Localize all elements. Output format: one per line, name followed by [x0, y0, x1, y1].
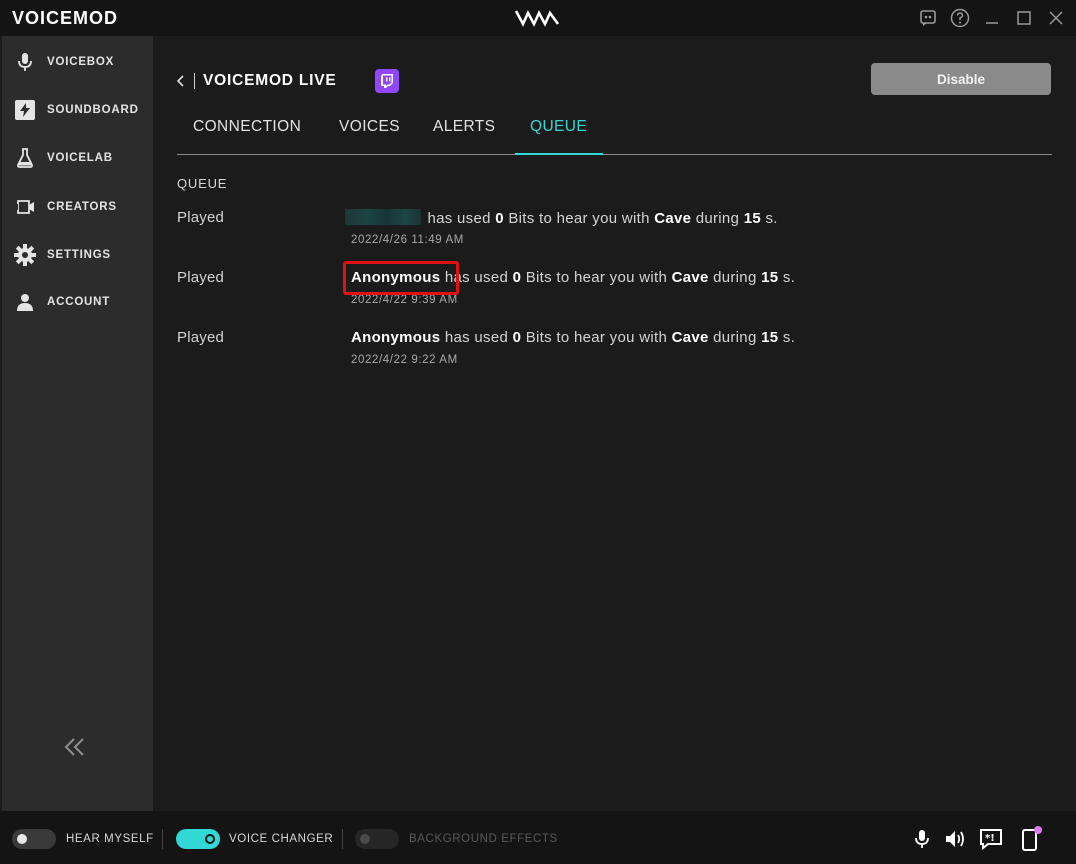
flask-icon — [14, 147, 36, 169]
queue-item-message: has used 0 Bits to hear you with Cave du… — [345, 209, 778, 227]
queue-item-timestamp: 2022/4/26 11:49 AM — [351, 234, 464, 246]
tab-alerts[interactable]: ALERTS — [433, 118, 495, 136]
toggle-knob-center — [207, 836, 213, 842]
sidebar-item-voicebox[interactable]: VOICEBOX — [2, 42, 153, 82]
queue-item-status: Played — [177, 329, 225, 346]
gear-icon — [14, 244, 36, 266]
voice-changer-label: VOICE CHANGER — [229, 833, 334, 845]
sidebar: VOICEBOX SOUNDBOARD VOICELAB CREATORS SE… — [2, 36, 153, 811]
chat-bot-icon[interactable]: *! — [979, 827, 1003, 851]
sidebar-item-label: VOICEBOX — [47, 56, 115, 68]
main-panel: VOICEMOD LIVE Disable CONNECTION VOICES … — [153, 36, 1076, 811]
page-title: VOICEMOD LIVE — [203, 72, 337, 89]
double-chevron-left-icon[interactable] — [62, 736, 88, 758]
sidebar-item-soundboard[interactable]: SOUNDBOARD — [2, 90, 153, 130]
toggle-knob — [17, 834, 27, 844]
title-bar: VOICEMOD — [0, 0, 1076, 36]
back-chevron-icon[interactable] — [175, 73, 187, 89]
sidebar-item-label: SETTINGS — [47, 249, 111, 261]
minimize-icon[interactable] — [982, 8, 1002, 28]
sidebar-item-label: CREATORS — [47, 201, 117, 213]
bottom-divider — [342, 829, 343, 849]
queue-item-timestamp: 2022/4/22 9:39 AM — [351, 294, 458, 306]
disable-button[interactable]: Disable — [871, 63, 1051, 95]
user-icon — [14, 291, 36, 313]
sidebar-item-label: VOICELAB — [47, 152, 113, 164]
svg-text:*!: *! — [985, 833, 995, 844]
microphone-icon — [14, 51, 36, 73]
background-effects-label: BACKGROUND EFFECTS — [409, 833, 558, 845]
twitch-icon[interactable] — [375, 69, 399, 93]
tab-queue[interactable]: QUEUE — [530, 118, 587, 136]
queue-item-status: Played — [177, 269, 225, 286]
highlight-box — [343, 261, 459, 295]
camera-icon — [14, 196, 36, 218]
help-icon[interactable] — [950, 8, 970, 28]
vm-logo-icon — [514, 8, 560, 28]
active-tab-indicator — [515, 153, 603, 155]
lightning-icon — [14, 99, 36, 121]
tab-connection[interactable]: CONNECTION — [193, 118, 301, 136]
sidebar-item-label: ACCOUNT — [47, 296, 111, 308]
hear-myself-label: HEAR MYSELF — [66, 833, 154, 845]
sidebar-item-settings[interactable]: SETTINGS — [2, 235, 153, 275]
queue-item-timestamp: 2022/4/22 9:22 AM — [351, 354, 458, 366]
speaker-icon[interactable] — [943, 827, 967, 851]
queue-item-status: Played — [177, 209, 225, 226]
sidebar-item-label: SOUNDBOARD — [47, 104, 139, 116]
queue-item-message: Anonymous has used 0 Bits to hear you wi… — [351, 329, 796, 346]
tabs-divider — [177, 154, 1052, 155]
voice-changer-toggle[interactable] — [176, 829, 220, 849]
mobile-device-icon[interactable] — [1020, 826, 1044, 851]
bottom-divider — [162, 829, 163, 849]
sidebar-item-creators[interactable]: CREATORS — [2, 187, 153, 227]
sidebar-item-account[interactable]: ACCOUNT — [2, 282, 153, 322]
maximize-icon[interactable] — [1014, 8, 1034, 28]
bottom-bar: HEAR MYSELF VOICE CHANGER BACKGROUND EFF… — [0, 811, 1076, 864]
hear-myself-toggle[interactable] — [12, 829, 56, 849]
close-icon[interactable] — [1046, 8, 1066, 28]
app-brand: VOICEMOD — [12, 8, 119, 28]
tab-voices[interactable]: VOICES — [339, 118, 400, 136]
microphone-icon[interactable] — [910, 827, 934, 851]
discord-icon[interactable] — [918, 8, 938, 28]
toggle-knob — [360, 834, 370, 844]
background-effects-toggle[interactable] — [355, 829, 399, 849]
queue-section-label: QUEUE — [177, 176, 228, 191]
blurred-username — [345, 209, 421, 225]
queue-item-user: Anonymous — [351, 329, 441, 346]
sidebar-item-voicelab[interactable]: VOICELAB — [2, 138, 153, 178]
title-divider — [194, 73, 195, 89]
